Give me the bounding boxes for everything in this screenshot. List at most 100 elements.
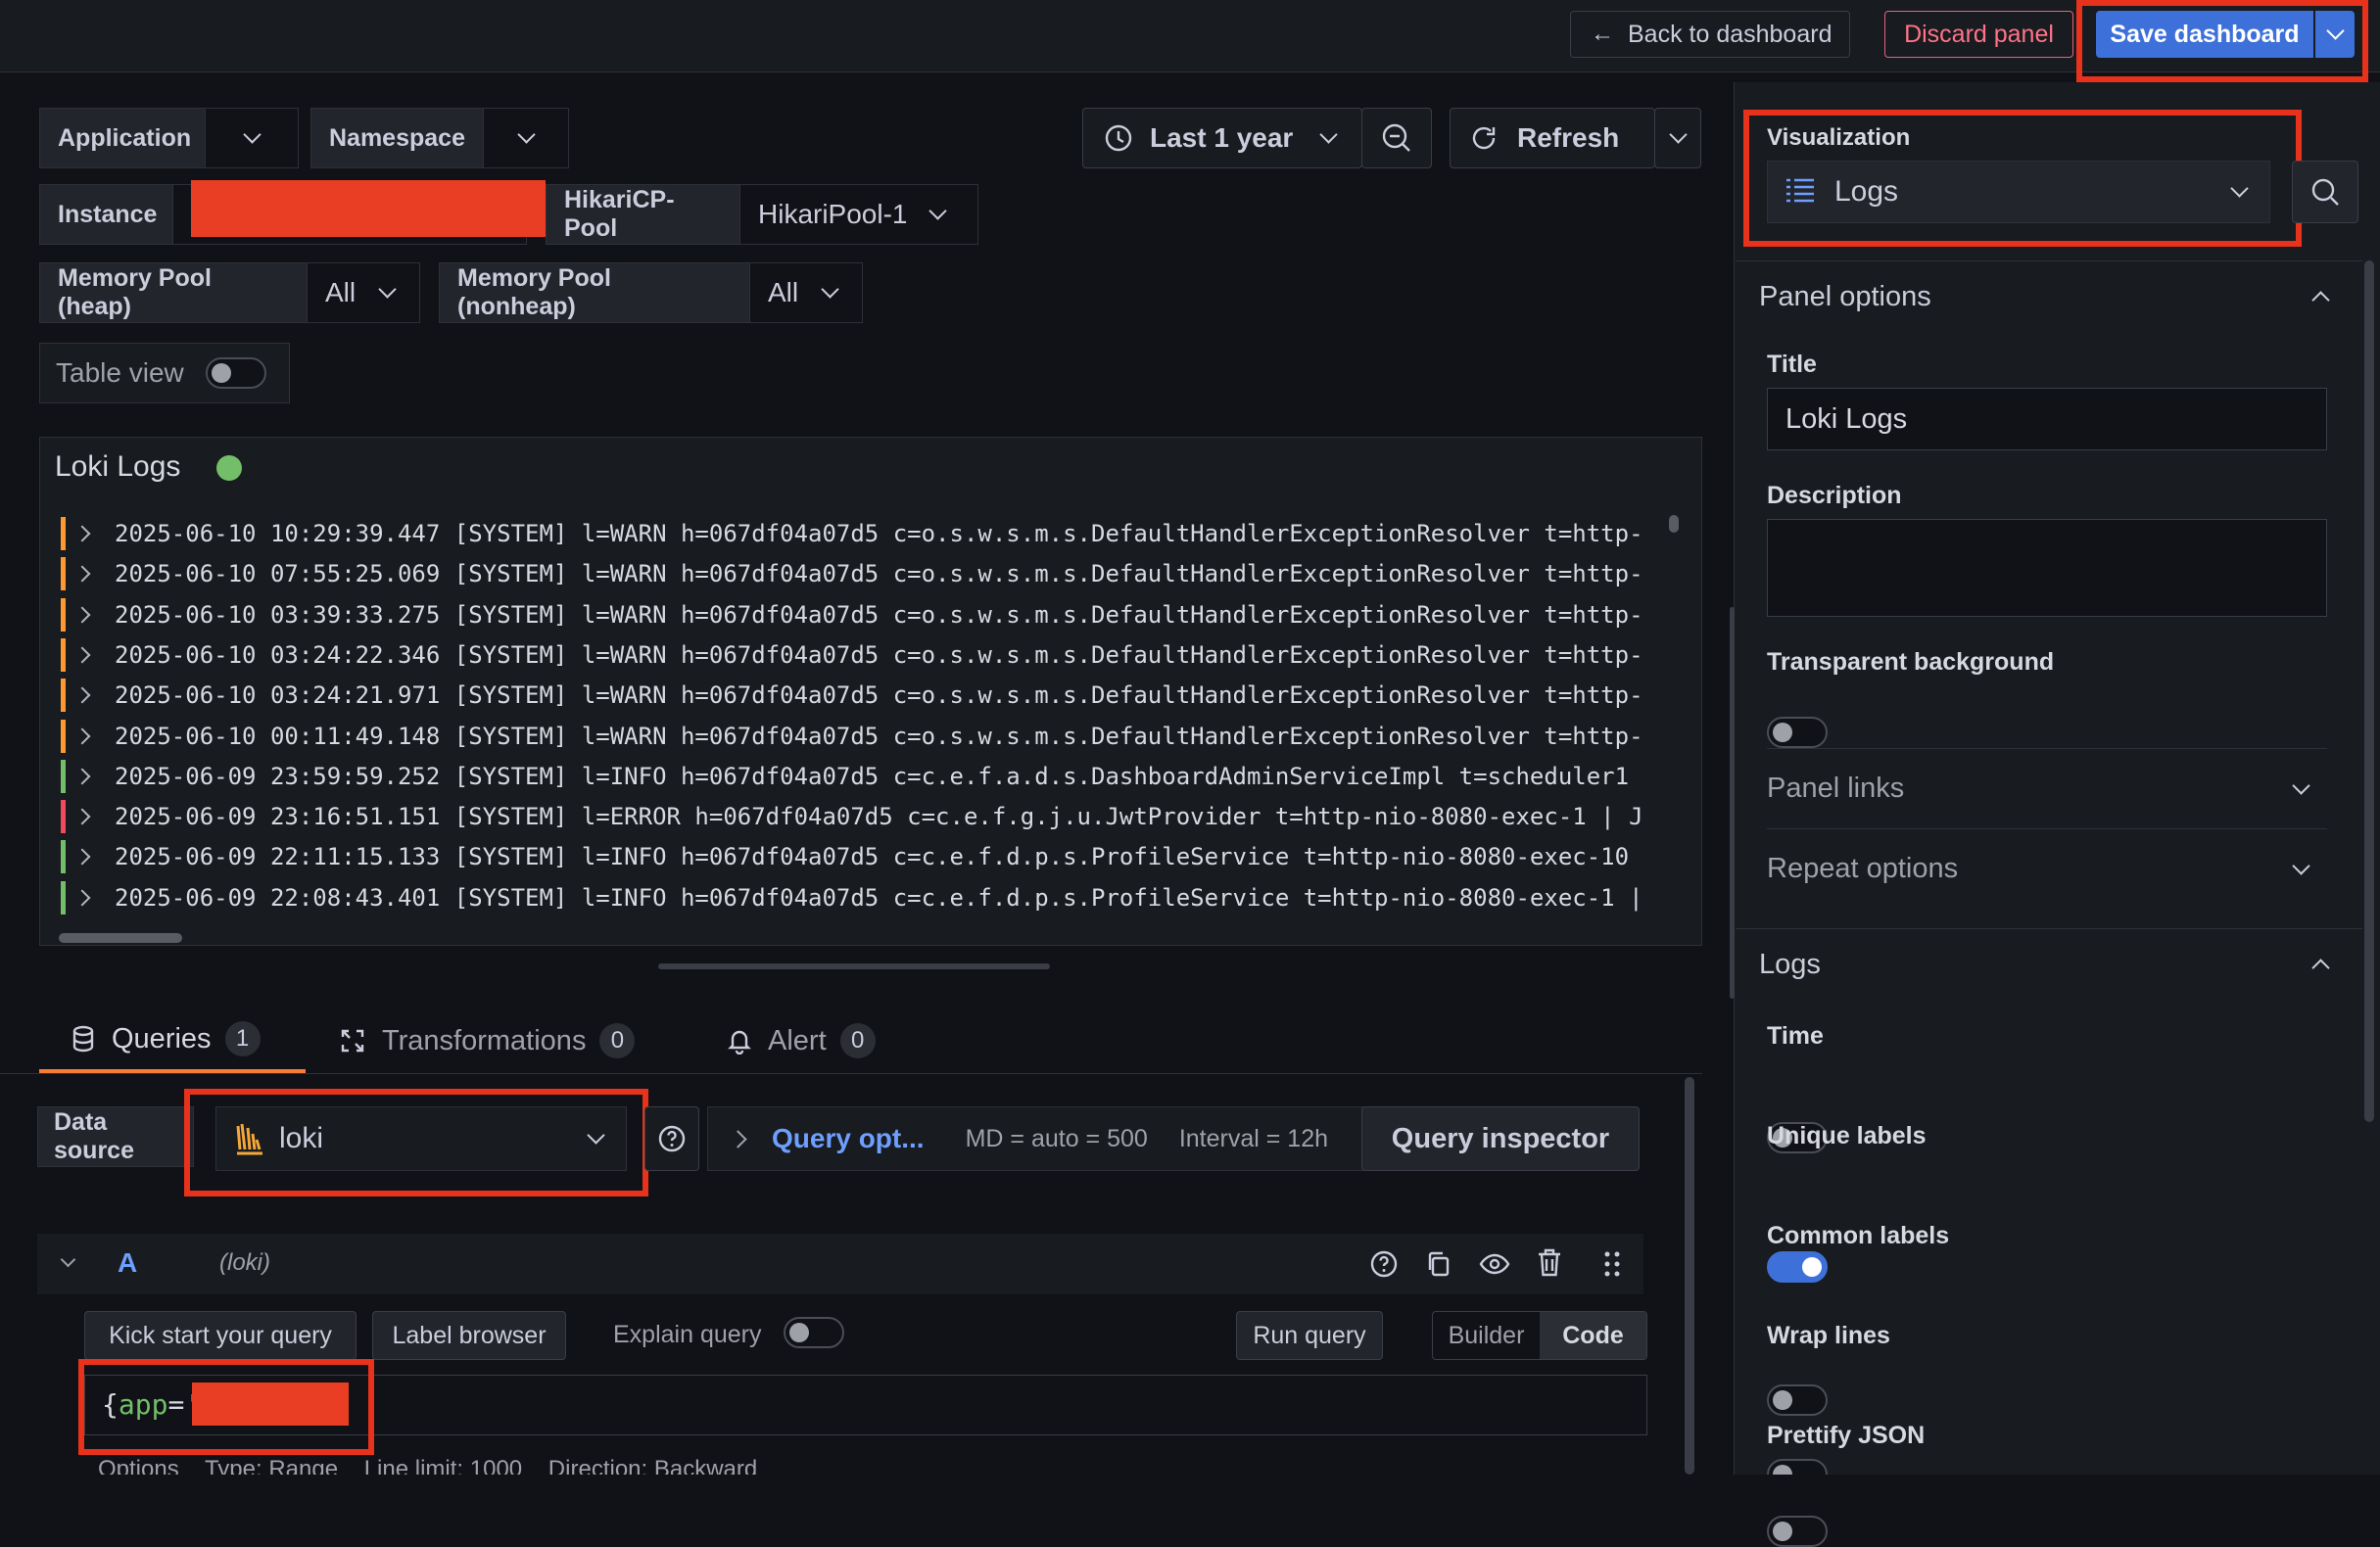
interval-text: Interval = 12h — [1178, 1124, 1328, 1152]
namespace-variable-select[interactable] — [483, 108, 569, 168]
table-view-toggle[interactable] — [205, 357, 266, 389]
datasource-help-button[interactable] — [644, 1106, 699, 1171]
chevron-down-icon — [378, 280, 397, 299]
query-inspector-label: Query inspector — [1391, 1122, 1610, 1154]
chevron-down-icon — [1319, 125, 1339, 144]
description-label: Description — [1767, 482, 1902, 509]
wrap-lines-label: Wrap lines — [1767, 1322, 1890, 1349]
kick-start-query-button[interactable]: Kick start your query — [84, 1311, 357, 1360]
log-horizontal-scrollbar[interactable] — [59, 933, 182, 943]
memory-pool-nonheap-value: All — [768, 277, 799, 307]
repeat-options-header[interactable]: Repeat options — [1767, 828, 2327, 909]
query-help-icon[interactable] — [1369, 1249, 1399, 1279]
chevron-down-icon — [2292, 856, 2310, 875]
common-labels-label: Common labels — [1767, 1222, 1950, 1249]
query-ref-datasource: (loki) — [219, 1249, 270, 1276]
title-label: Title — [1767, 351, 1817, 378]
query-options-label[interactable]: Query opt... — [772, 1123, 925, 1154]
builder-mode-option[interactable]: Builder — [1433, 1312, 1540, 1359]
panel-options-header[interactable]: Panel options — [1736, 260, 2362, 333]
chevron-down-icon — [2325, 22, 2345, 40]
query-editor-scrollbar[interactable] — [1685, 1077, 1694, 1475]
refresh-icon — [1472, 126, 1496, 150]
application-variable-select[interactable] — [205, 108, 299, 168]
back-to-dashboard-label: Back to dashboard — [1628, 20, 1833, 48]
explain-query-toggle[interactable] — [784, 1317, 844, 1348]
hikari-pool-variable-label: HikariCP-Pool — [546, 184, 740, 245]
refresh-button[interactable]: Refresh — [1450, 108, 1655, 168]
panel-links-header[interactable]: Panel links — [1767, 748, 2327, 828]
transparent-background-toggle[interactable] — [1767, 717, 1828, 748]
tab-queries[interactable]: Queries 1 — [39, 1008, 306, 1073]
search-icon — [2311, 178, 2339, 206]
save-dashboard-label: Save dashboard — [2110, 20, 2300, 48]
sidebar-scrollbar[interactable] — [2364, 260, 2374, 1122]
time-option-label: Time — [1767, 1022, 1824, 1050]
bell-icon — [728, 1030, 751, 1055]
discard-panel-button[interactable]: Discard panel — [1884, 11, 2073, 58]
tab-transformations[interactable]: Transformations 0 — [339, 1008, 672, 1073]
panel-resize-handle[interactable] — [658, 963, 1050, 969]
application-variable-label: Application — [39, 108, 206, 168]
drag-handle-icon[interactable] — [1602, 1249, 1622, 1279]
zoom-out-button[interactable] — [1361, 108, 1432, 168]
logs-options-header[interactable]: Logs — [1736, 928, 2362, 1001]
memory-pool-heap-select[interactable]: All — [307, 262, 420, 323]
prettify-json-toggle[interactable] — [1767, 1459, 1828, 1475]
database-icon — [72, 1025, 94, 1053]
panel-description-textarea[interactable] — [1767, 519, 2327, 617]
chevron-up-icon — [2311, 959, 2330, 977]
visualization-value: Logs — [1834, 175, 1899, 208]
refresh-label: Refresh — [1517, 122, 1620, 153]
chevron-down-icon — [1668, 125, 1688, 144]
run-query-button[interactable]: Run query — [1236, 1311, 1383, 1360]
query-inspector-button[interactable]: Query inspector — [1361, 1106, 1640, 1171]
visualization-search-button[interactable] — [2292, 161, 2358, 223]
query-options-row[interactable]: Query opt... MD = auto = 500 Interval = … — [707, 1106, 1363, 1171]
visualization-picker[interactable]: Logs — [1767, 161, 2270, 223]
clock-icon — [1105, 124, 1132, 152]
datasource-select[interactable]: loki — [215, 1106, 627, 1171]
transparent-background-label: Transparent background — [1767, 648, 2055, 676]
logs-viz-icon — [1786, 178, 1814, 203]
wrap-lines-toggle[interactable] — [1767, 1516, 1828, 1547]
duplicate-query-icon[interactable] — [1424, 1249, 1453, 1279]
panel-status-dot — [216, 455, 242, 481]
discard-panel-label: Discard panel — [1904, 20, 2054, 48]
panel-title: Loki Logs — [55, 450, 181, 483]
logs-panel — [39, 437, 1702, 946]
panel-title-input[interactable]: Loki Logs — [1767, 388, 2327, 450]
transform-icon — [341, 1029, 364, 1053]
datasource-label: Data source — [37, 1106, 194, 1167]
visualization-label: Visualization — [1767, 124, 1911, 151]
memory-pool-heap-label: Memory Pool (heap) — [39, 262, 308, 323]
time-range-picker[interactable]: Last 1 year — [1082, 108, 1362, 168]
panel-title-input-value: Loki Logs — [1785, 402, 1908, 435]
time-range-label: Last 1 year — [1150, 122, 1294, 153]
trash-icon[interactable] — [1536, 1247, 1563, 1279]
back-to-dashboard-button[interactable]: ← Back to dashboard — [1570, 11, 1850, 58]
chevron-down-icon — [516, 125, 536, 144]
eye-icon[interactable] — [1479, 1249, 1510, 1279]
code-mode-option[interactable]: Code — [1540, 1312, 1646, 1359]
label-browser-button[interactable]: Label browser — [372, 1311, 566, 1360]
log-vertical-scrollbar[interactable] — [1669, 515, 1679, 533]
table-view-label: Table view — [56, 357, 184, 388]
zoom-out-icon — [1382, 123, 1410, 152]
sidebar-resize-handle[interactable] — [1730, 607, 1735, 999]
refresh-interval-dropdown[interactable] — [1654, 108, 1701, 168]
tab-transformations-count: 0 — [599, 1023, 636, 1058]
hikari-pool-variable-select[interactable]: HikariPool-1 — [739, 184, 978, 245]
max-data-points-text: MD = auto = 500 — [965, 1124, 1148, 1152]
save-dashboard-dropdown[interactable] — [2315, 11, 2355, 58]
memory-pool-nonheap-select[interactable]: All — [749, 262, 863, 323]
memory-pool-heap-value: All — [325, 277, 357, 307]
tab-alert[interactable]: Alert 0 — [727, 1008, 923, 1073]
query-ref-id[interactable]: A — [118, 1247, 137, 1279]
common-labels-toggle[interactable] — [1767, 1384, 1828, 1416]
hikari-pool-value: HikariPool-1 — [758, 199, 908, 229]
unique-labels-toggle[interactable] — [1767, 1251, 1828, 1283]
datasource-value: loki — [279, 1122, 324, 1154]
table-view-toggle-group[interactable]: Table view — [39, 343, 290, 403]
save-dashboard-button[interactable]: Save dashboard — [2096, 11, 2313, 58]
